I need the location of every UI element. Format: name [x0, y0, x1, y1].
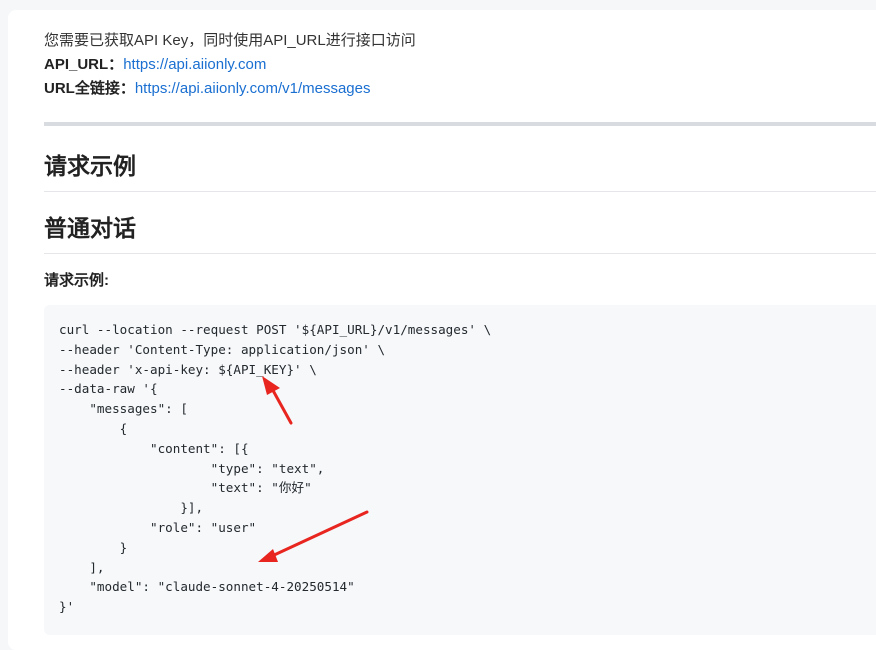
section-divider	[44, 122, 876, 126]
code-line: {	[59, 420, 128, 436]
code-line: curl --location --request POST '${API_UR…	[59, 322, 492, 337]
full-url-label: URL全链接：	[44, 80, 135, 97]
full-url-line: URL全链接：https://api.aiionly.com/v1/messag…	[44, 77, 416, 101]
code-line: --header 'x-api-key: ${API_KEY}' \	[59, 361, 317, 377]
code-line: }'	[59, 599, 75, 615]
code-line: --data-raw '{	[59, 381, 158, 397]
api-url-link[interactable]: https://api.aiionly.com	[123, 56, 266, 73]
code-line: "role": "user"	[59, 519, 257, 535]
document-panel: 您需要已获取API Key，同时使用API_URL进行接口访问 API_URL：…	[8, 10, 876, 650]
code-line: }	[59, 539, 128, 555]
heading-request-example: 请求示例	[44, 151, 876, 192]
api-url-line: API_URL：https://api.aiionly.com	[44, 53, 416, 77]
intro-description: 您需要已获取API Key，同时使用API_URL进行接口访问	[44, 32, 416, 49]
code-text: curl --location --request POST '${API_UR…	[59, 320, 491, 617]
request-example-label: 请求示例:	[44, 272, 109, 289]
full-url-link[interactable]: https://api.aiionly.com/v1/messages	[135, 80, 371, 97]
code-line: }],	[59, 500, 204, 516]
intro-section: 您需要已获取API Key，同时使用API_URL进行接口访问 API_URL：…	[44, 29, 416, 101]
api-url-label: API_URL：	[44, 56, 124, 73]
code-line: "messages": [	[59, 401, 188, 417]
code-line: "model": "claude-sonnet-4-20250514"	[59, 579, 355, 595]
code-line: "text": "你好"	[59, 480, 312, 496]
code-line: --header 'Content-Type: application/json…	[59, 341, 386, 357]
code-line: "type": "text",	[59, 460, 325, 476]
heading-normal-chat: 普通对话	[44, 213, 876, 254]
code-line: "content": [{	[59, 440, 249, 456]
code-block[interactable]: curl --location --request POST '${API_UR…	[44, 305, 876, 635]
code-line: ],	[59, 559, 105, 575]
